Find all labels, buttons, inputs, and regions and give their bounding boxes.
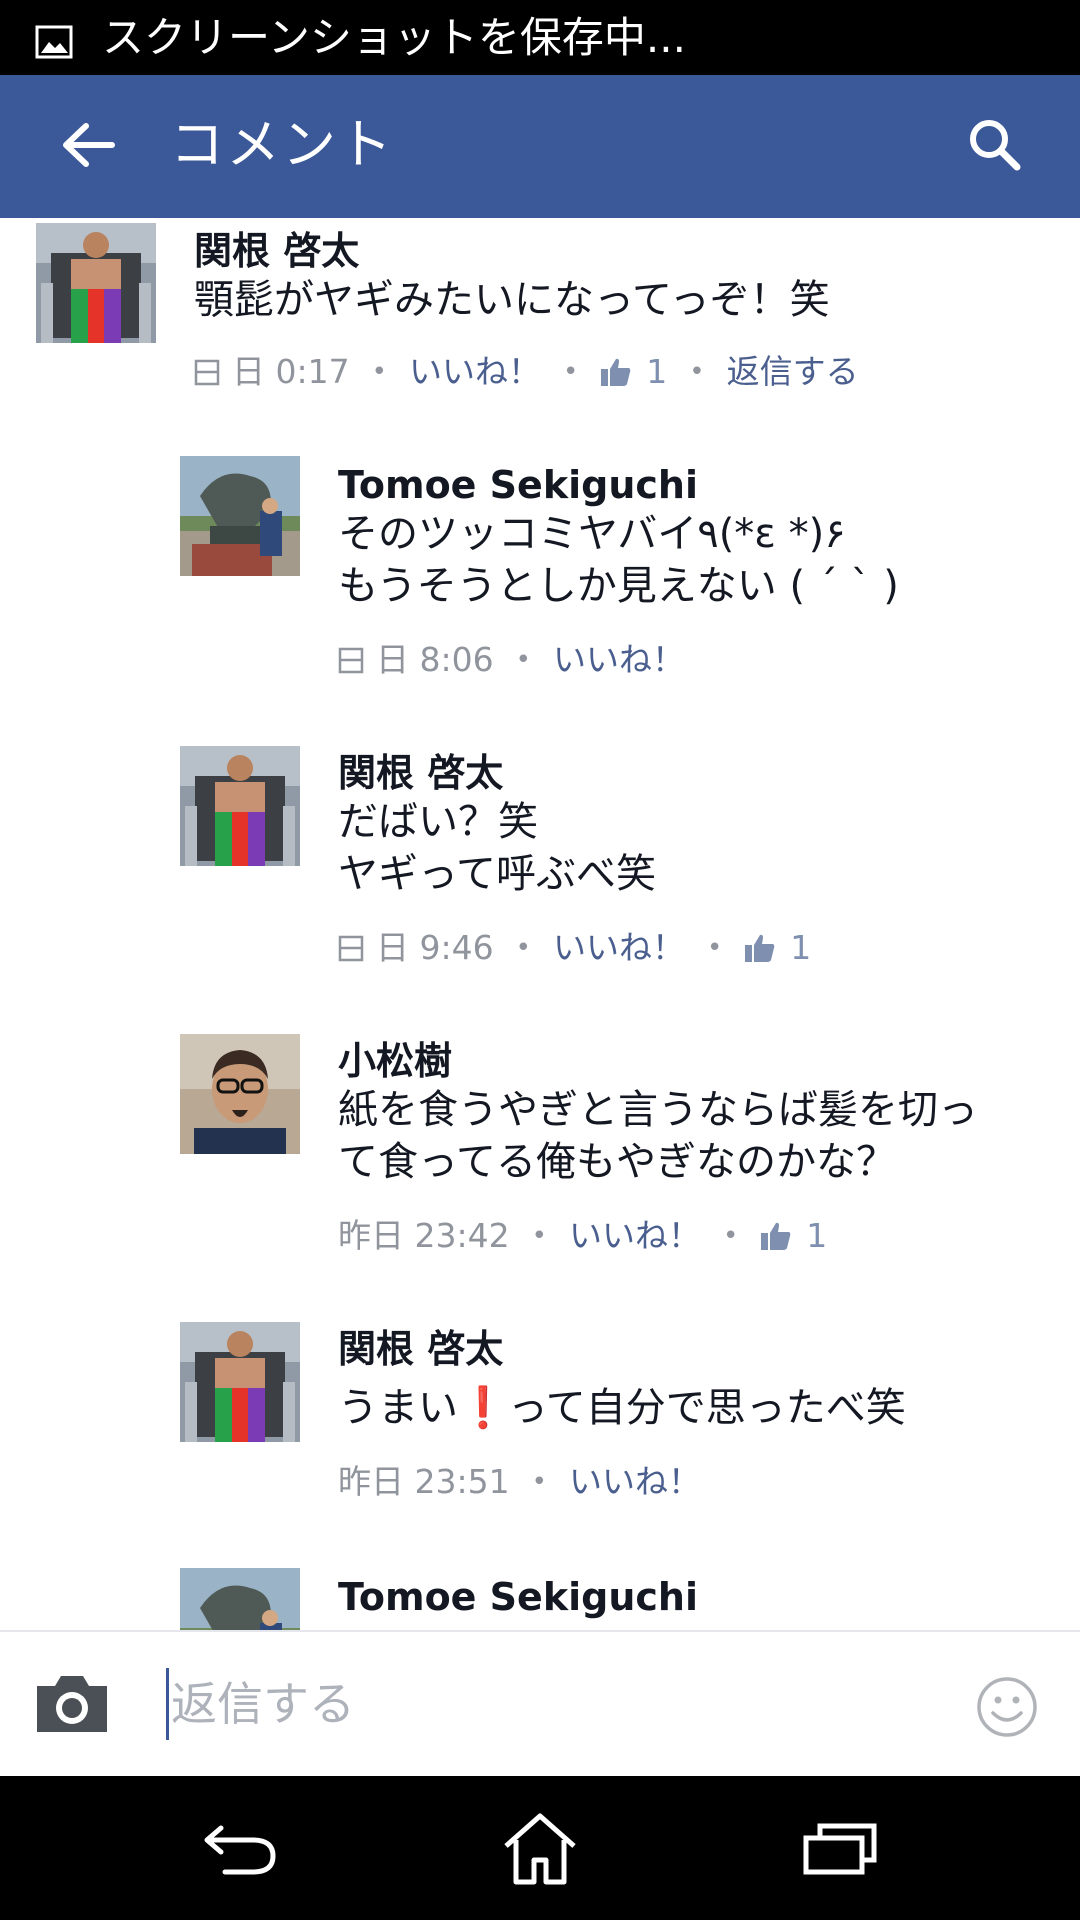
back-arrow-icon: [63, 123, 115, 167]
like-link[interactable]: いいね！: [553, 926, 685, 970]
like-count[interactable]: 1: [744, 926, 811, 970]
thumbs-up-icon: [601, 358, 631, 386]
avatar[interactable]: [180, 1568, 300, 1630]
avatar[interactable]: [36, 223, 156, 343]
app-bar: コメント: [0, 75, 1080, 218]
separator-dot: •: [562, 357, 579, 387]
separator-dot: •: [706, 933, 723, 963]
status-text: スクリーンショットを保存中...: [102, 13, 686, 62]
camera-button[interactable]: [33, 1672, 111, 1736]
comment-author[interactable]: 小松樹: [338, 1038, 452, 1084]
comment-list[interactable]: 関根 啓太 顎髭がヤギみたいになってっぞ！笑 日 0:17 • いいね！ • 1…: [0, 218, 1080, 1630]
nav-recents-button[interactable]: [795, 1806, 885, 1890]
page-title: コメント: [170, 113, 394, 176]
separator-dot: •: [515, 933, 531, 963]
comment-meta: 日 9:46 • いいね！ • 1: [338, 926, 811, 970]
nav-home-button[interactable]: [495, 1806, 585, 1890]
status-bar: スクリーンショットを保存中...: [0, 0, 1080, 75]
like-link[interactable]: いいね！: [569, 1460, 701, 1504]
comment-text: もうそうとしか見えない ( ´ ` ): [338, 563, 899, 609]
comment-time: 日 8:06: [376, 640, 494, 679]
avatar[interactable]: [180, 456, 300, 576]
comment-author[interactable]: 関根 啓太: [338, 750, 503, 796]
comment-text: うまい❗って自分で思ったべ笑: [338, 1382, 906, 1434]
comment-text: 顎髭がヤギみたいになってっぞ！笑: [194, 277, 830, 323]
calendar-icon: [338, 647, 364, 674]
back-button[interactable]: [48, 105, 128, 185]
thumbs-up-icon: [761, 1222, 791, 1250]
comment-time: 昨日 23:51: [338, 1462, 510, 1501]
comment-author[interactable]: 関根 啓太: [194, 228, 359, 274]
image-icon: [35, 25, 73, 59]
calendar-icon: [338, 935, 364, 962]
comment-author[interactable]: Tomoe Sekiguchi: [338, 462, 698, 508]
reply-link[interactable]: 返信する: [727, 350, 859, 394]
reply-bar: [0, 1630, 1080, 1776]
comment-time: 日 0:17: [232, 352, 350, 391]
nav-back-button[interactable]: [196, 1806, 286, 1890]
comment-author[interactable]: 関根 啓太: [338, 1326, 503, 1372]
comment-meta: 日 0:17 • いいね！ • 1 • 返信する: [194, 350, 859, 394]
like-link[interactable]: いいね！: [409, 350, 541, 394]
emoji-button[interactable]: [976, 1676, 1038, 1738]
calendar-icon: [194, 359, 220, 386]
thumbs-up-icon: [745, 934, 775, 962]
navigation-bar: [0, 1776, 1080, 1920]
like-link[interactable]: いいね！: [553, 638, 685, 682]
comment-text: ヤギって呼ぶべ笑: [338, 851, 656, 897]
recent-apps-icon: [803, 1823, 877, 1875]
nav-back-icon: [204, 1825, 276, 1875]
comment-text: て食ってる俺もやぎなのかな？: [338, 1139, 896, 1185]
like-count[interactable]: 1: [760, 1214, 827, 1258]
smiley-icon: [977, 1677, 1037, 1737]
separator-dot: •: [371, 357, 387, 387]
camera-icon: [37, 1676, 107, 1732]
reply-input[interactable]: [166, 1668, 946, 1740]
avatar[interactable]: [180, 1322, 300, 1442]
comment-meta: 昨日 23:42 • いいね！ • 1: [338, 1214, 827, 1258]
comment-meta: 昨日 23:51 • いいね！: [338, 1460, 701, 1504]
comment-time: 日 9:46: [376, 928, 494, 967]
separator-dot: •: [722, 1221, 739, 1251]
separator-dot: •: [515, 645, 531, 675]
search-button[interactable]: [955, 105, 1035, 185]
like-link[interactable]: いいね！: [569, 1214, 701, 1258]
search-icon: [970, 120, 1021, 171]
exclamation-emoji-icon: ❗: [458, 1385, 508, 1431]
avatar[interactable]: [180, 746, 300, 866]
avatar[interactable]: [180, 1034, 300, 1154]
comment-time: 昨日 23:42: [338, 1216, 510, 1255]
comment-meta: 日 8:06 • いいね！: [338, 638, 685, 682]
comment-author[interactable]: Tomoe Sekiguchi: [338, 1574, 698, 1620]
comment-text: そのツッコミヤバイ٩(*ɛ *)۶: [338, 511, 846, 557]
comment-text: だばい？笑: [338, 799, 538, 845]
comment-text: 紙を食うやぎと言うならば髪を切っ: [338, 1087, 978, 1133]
separator-dot: •: [531, 1467, 547, 1497]
separator-dot: •: [531, 1221, 547, 1251]
like-count[interactable]: 1: [600, 350, 667, 394]
home-icon: [504, 1813, 576, 1885]
separator-dot: •: [689, 357, 705, 387]
